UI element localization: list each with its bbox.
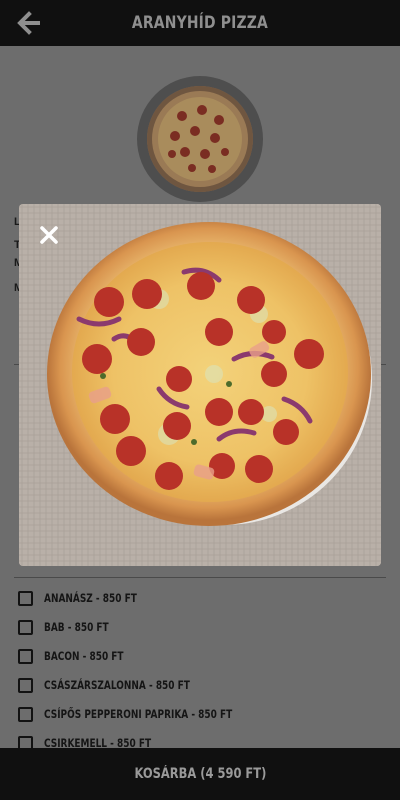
- extra-option-item[interactable]: ANANÁSZ - 850 FT: [18, 588, 163, 608]
- extra-checkbox[interactable]: [18, 706, 33, 722]
- extra-option-label: CSÁSZÁRSZALONNA - 850 FT: [44, 678, 190, 692]
- extra-option-item[interactable]: CSÍPŐS PEPPERONI PAPRIKA - 850 FT: [18, 704, 285, 724]
- extra-option-item[interactable]: BACON - 850 FT: [18, 646, 146, 666]
- extra-checkbox[interactable]: [18, 590, 33, 606]
- extra-option-label: BACON - 850 FT: [44, 649, 124, 663]
- arrow-left-icon[interactable]: [14, 9, 42, 37]
- extra-checkbox[interactable]: [18, 677, 33, 693]
- extra-option-item[interactable]: BAB - 850 FT: [18, 617, 127, 637]
- app-header: ARANYHÍD PIZZA: [0, 0, 400, 46]
- extra-option-item[interactable]: CSÁSZÁRSZALONNA - 850 FT: [18, 675, 231, 695]
- pizza-thumbnail-image: [147, 86, 253, 192]
- add-to-cart-label: KOSÁRBA (4 590 FT): [134, 766, 266, 782]
- close-icon[interactable]: [38, 224, 60, 246]
- add-to-cart-button[interactable]: KOSÁRBA (4 590 FT): [0, 748, 400, 800]
- extra-checkbox[interactable]: [18, 619, 33, 635]
- product-thumbnail[interactable]: [147, 86, 253, 192]
- section-divider: [14, 577, 386, 578]
- extra-option-label: BAB - 850 FT: [44, 620, 109, 634]
- pizza-image: [19, 204, 381, 566]
- image-viewer[interactable]: [19, 204, 381, 566]
- extra-option-label: CSÍPŐS PEPPERONI PAPRIKA - 850 FT: [44, 707, 233, 721]
- page-title: ARANYHÍD PIZZA: [131, 13, 269, 33]
- extra-checkbox[interactable]: [18, 648, 33, 664]
- extra-option-label: ANANÁSZ - 850 FT: [44, 591, 137, 605]
